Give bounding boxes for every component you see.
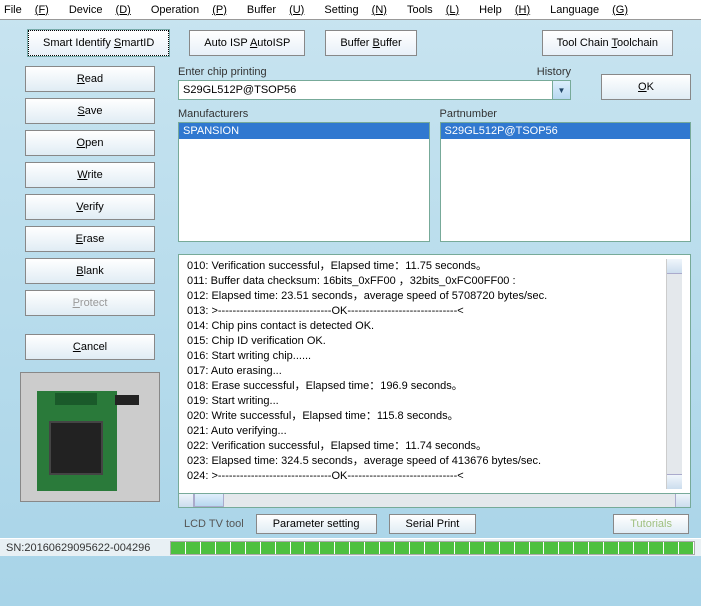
- scroll-right-icon[interactable]: [675, 493, 690, 507]
- menu-buffer[interactable]: Buffer (U): [247, 4, 315, 16]
- bottom-bar: LCD TV tool Parameter setting Serial Pri…: [0, 510, 701, 538]
- list-item[interactable]: SPANSION: [179, 123, 429, 139]
- log-line: 012: Elapsed time: 23.51 seconds，average…: [187, 289, 666, 304]
- scroll-left-icon[interactable]: [179, 493, 194, 507]
- vertical-scrollbar[interactable]: [666, 259, 682, 489]
- log-line: 022: Verification successful，Elapsed tim…: [187, 439, 666, 454]
- log-line: 010: Verification successful，Elapsed tim…: [187, 259, 666, 274]
- toolchain-button[interactable]: Tool Chain Toolchain: [542, 30, 673, 56]
- verify-button[interactable]: Verify: [25, 194, 155, 220]
- blank-button[interactable]: Blank: [25, 258, 155, 284]
- parameter-setting-button[interactable]: Parameter setting: [256, 514, 377, 534]
- menu-tools[interactable]: Tools (L): [407, 4, 469, 16]
- cancel-button[interactable]: Cancel: [25, 334, 155, 360]
- ok-button[interactable]: OK: [601, 74, 691, 100]
- list-item[interactable]: S29GL512P@TSOP56: [441, 123, 691, 139]
- chip-input[interactable]: [178, 80, 553, 100]
- log-line: 018: Erase successful，Elapsed time：196.9…: [187, 379, 666, 394]
- log-line: 024: >-------------------------------OK-…: [187, 469, 666, 484]
- log-line: 021: Auto verifying...: [187, 424, 666, 439]
- log-line: 011: Buffer data checksum: 16bits_0xFF00…: [187, 274, 666, 289]
- write-button[interactable]: Write: [25, 162, 155, 188]
- log-output: 010: Verification successful，Elapsed tim…: [178, 254, 691, 494]
- menu-file[interactable]: File (F): [4, 4, 59, 16]
- log-line: 023: Elapsed time: 324.5 seconds，average…: [187, 454, 666, 469]
- open-button[interactable]: Open: [25, 130, 155, 156]
- chevron-down-icon[interactable]: ▼: [553, 80, 571, 100]
- log-line: 020: Write successful，Elapsed time：115.8…: [187, 409, 666, 424]
- protect-button: Protect: [25, 290, 155, 316]
- auto-isp-button[interactable]: Auto ISP AutoISP: [189, 30, 305, 56]
- log-line: 017: Auto erasing...: [187, 364, 666, 379]
- sidebar: Read Save Open Write Verify Erase Blank …: [10, 66, 170, 508]
- history-label: History: [537, 66, 571, 78]
- scroll-thumb[interactable]: [194, 493, 224, 507]
- serial-print-button[interactable]: Serial Print: [389, 514, 477, 534]
- log-line: 019: Start writing...: [187, 394, 666, 409]
- log-line: 014: Chip pins contact is detected OK.: [187, 319, 666, 334]
- progress-bar: [170, 541, 695, 555]
- menu-help[interactable]: Help (H): [479, 4, 540, 16]
- erase-button[interactable]: Erase: [25, 226, 155, 252]
- menu-device[interactable]: Device (D): [69, 4, 141, 16]
- enter-chip-label: Enter chip printing: [178, 66, 267, 78]
- menu-bar: File (F) Device (D) Operation (P) Buffer…: [0, 0, 701, 20]
- serial-number: SN:20160629095622-004296: [0, 542, 170, 554]
- horizontal-scrollbar[interactable]: [178, 493, 691, 508]
- log-line: 016: Start writing chip......: [187, 349, 666, 364]
- top-button-row: Smart Identify SmartID Auto ISP AutoISP …: [0, 20, 701, 66]
- menu-language[interactable]: Language (G): [550, 4, 638, 16]
- menu-setting[interactable]: Setting (N): [324, 4, 397, 16]
- smart-identify-button[interactable]: Smart Identify SmartID: [28, 30, 169, 56]
- lcdtv-label: LCD TV tool: [184, 518, 244, 530]
- log-line: 013: >-------------------------------OK-…: [187, 304, 666, 319]
- tutorials-button[interactable]: Tutorials: [613, 514, 689, 534]
- read-button[interactable]: Read: [25, 66, 155, 92]
- menu-operation[interactable]: Operation (P): [151, 4, 237, 16]
- log-line: 015: Chip ID verification OK.: [187, 334, 666, 349]
- socket-image: [20, 372, 160, 502]
- save-button[interactable]: Save: [25, 98, 155, 124]
- partnumber-list[interactable]: S29GL512P@TSOP56: [440, 122, 692, 242]
- chip-combo[interactable]: ▼: [178, 80, 571, 100]
- manufacturers-list[interactable]: SPANSION: [178, 122, 430, 242]
- status-bar: SN:20160629095622-004296: [0, 538, 701, 556]
- buffer-button[interactable]: Buffer Buffer: [325, 30, 416, 56]
- partnumber-label: Partnumber: [440, 108, 692, 120]
- manufacturers-label: Manufacturers: [178, 108, 430, 120]
